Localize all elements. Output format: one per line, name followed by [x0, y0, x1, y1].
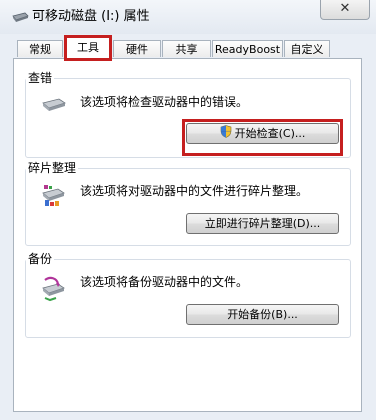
close-button[interactable]: ✕	[320, 0, 370, 20]
backup-title: 备份	[26, 250, 55, 267]
removable-disk-icon	[11, 11, 29, 26]
drive-check-icon	[42, 97, 66, 116]
tab-sharing[interactable]: 共享	[162, 40, 211, 57]
title-bar: 可移动磁盘 (I:) 属性 ✕	[0, 0, 376, 34]
start-backup-button[interactable]: 开始备份(B)...	[186, 304, 339, 325]
tab-customize[interactable]: 自定义	[284, 40, 330, 57]
start-check-button[interactable]: 开始检查(C)...	[186, 123, 339, 144]
backup-icon	[40, 276, 66, 305]
defrag-description: 该选项将对驱动器中的文件进行碎片整理。	[80, 184, 309, 198]
close-icon: ✕	[339, 1, 351, 16]
defrag-title: 碎片整理	[26, 159, 79, 176]
tab-general[interactable]: 常规	[17, 40, 63, 57]
window-title: 可移动磁盘 (I:) 属性	[32, 9, 150, 24]
defrag-group	[25, 168, 351, 246]
error-check-group	[25, 78, 351, 158]
backup-description: 该选项将备份驱动器中的文件。	[80, 275, 249, 289]
defrag-icon	[40, 183, 66, 212]
error-check-description: 该选项将检查驱动器中的错误。	[80, 95, 249, 109]
tab-readyboost[interactable]: ReadyBoost	[212, 40, 283, 57]
uac-shield-icon	[220, 124, 232, 144]
tab-tools[interactable]: 工具	[66, 36, 110, 59]
backup-group	[25, 259, 351, 338]
defrag-now-button[interactable]: 立即进行碎片整理(D)...	[186, 213, 339, 234]
tab-hardware[interactable]: 硬件	[113, 40, 161, 57]
error-check-title: 查错	[26, 69, 55, 86]
